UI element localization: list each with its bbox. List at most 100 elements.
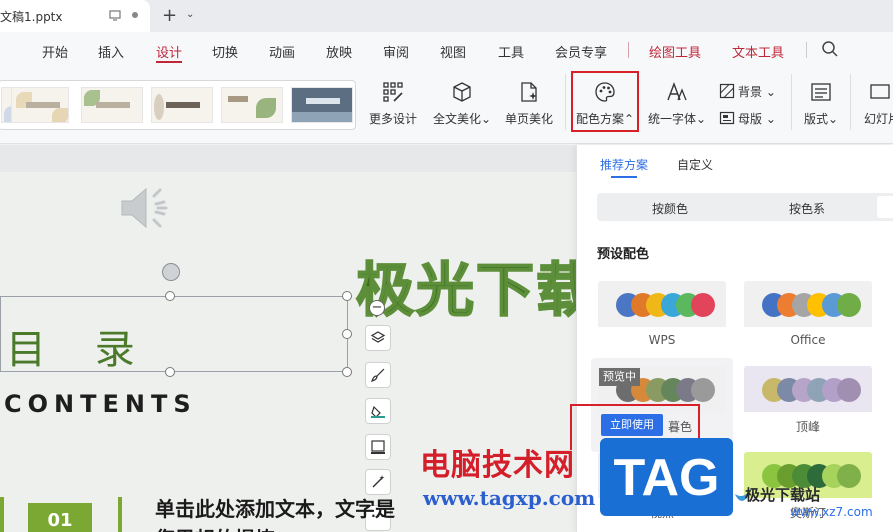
more-design-button[interactable]: 更多设计 — [362, 78, 424, 128]
beautify-all-label: 全文美化⌄ — [432, 112, 492, 126]
slide-headline[interactable]: 极光下载 — [355, 243, 596, 327]
layout-label: 版式⌄ — [803, 112, 839, 126]
accent-bar — [0, 497, 4, 532]
preview-badge: 预览中 — [599, 368, 640, 386]
watermark-url: www.tagxp.com — [423, 486, 596, 510]
tab-custom[interactable]: 自定义 — [677, 156, 713, 173]
resize-handle[interactable] — [342, 367, 352, 377]
slide-size-button[interactable]: 幻灯片 — [860, 78, 893, 128]
color-swatch — [837, 464, 861, 488]
outline-icon — [371, 440, 385, 454]
template-thumb[interactable] — [291, 87, 353, 123]
resize-handle[interactable] — [342, 329, 352, 339]
resize-handle[interactable] — [165, 291, 175, 301]
tab-recommended[interactable]: 推荐方案 — [600, 156, 648, 173]
template-thumb[interactable] — [221, 87, 283, 123]
segment-by-color[interactable]: 按颜色 — [652, 200, 688, 217]
window-restore-icon[interactable] — [108, 9, 122, 23]
scheme-card-wps[interactable]: WPS — [598, 281, 726, 353]
template-gallery[interactable] — [0, 80, 356, 130]
menu-separator — [628, 42, 629, 58]
outline-tool[interactable] — [365, 434, 391, 460]
menu-slideshow[interactable]: 放映 — [326, 42, 352, 61]
brush-icon — [371, 368, 385, 382]
beautify-page-label: 单页美化 — [504, 112, 553, 126]
color-swatch — [691, 293, 715, 317]
slide-size-label: 幻灯片 — [864, 112, 893, 126]
menu-transition[interactable]: 切换 — [212, 42, 238, 61]
toc-subtitle[interactable]: CONTENTS — [4, 390, 197, 418]
beautify-all-button[interactable]: 全文美化⌄ — [430, 78, 494, 128]
resize-handle[interactable] — [342, 291, 352, 301]
template-thumb[interactable] — [151, 87, 213, 123]
magic-wand-icon — [372, 475, 385, 488]
section-number[interactable]: 01 — [28, 503, 92, 532]
scheme-name: WPS — [648, 333, 676, 347]
watermark-text: 电脑技术网 — [420, 448, 575, 483]
beautify-page-button[interactable]: 单页美化 — [500, 78, 558, 128]
collapse-button[interactable]: − — [369, 300, 385, 316]
magic-tool[interactable] — [365, 469, 391, 495]
format-brush-tool[interactable] — [365, 362, 391, 388]
menu-review[interactable]: 审阅 — [383, 42, 409, 61]
speaker-icon[interactable] — [118, 182, 178, 234]
font-icon — [667, 82, 687, 101]
scheme-name: Office — [790, 333, 826, 347]
template-thumb[interactable] — [81, 87, 143, 123]
tab-list-chevron-icon[interactable]: ⌄ — [186, 9, 194, 20]
document-tab-title: 文稿1.pptx — [0, 9, 63, 24]
ribbon-separator — [850, 74, 851, 130]
scheme-name: 顶峰 — [795, 420, 820, 434]
toc-title[interactable]: 目 录 — [6, 317, 153, 375]
segment-by-color-family[interactable]: 按色系 — [789, 200, 825, 217]
master-button[interactable]: 母版 ⌄ — [719, 110, 776, 127]
body-placeholder[interactable]: 单击此处添加文本，文字是 — [155, 493, 395, 522]
watermark-logo: TAG — [600, 438, 733, 516]
search-icon[interactable] — [821, 40, 839, 58]
menu-insert[interactable]: 插入 — [98, 42, 124, 61]
slide-size-icon — [870, 84, 890, 99]
scheme-card-summit[interactable]: 顶峰 — [744, 366, 872, 438]
cube-icon — [453, 82, 471, 102]
unify-font-button[interactable]: 统一字体⌄ — [645, 78, 709, 128]
add-tab-button[interactable]: + — [162, 5, 177, 26]
scheme-card-office[interactable]: Office — [744, 281, 872, 353]
fill-tool[interactable] — [365, 398, 391, 424]
master-icon — [719, 111, 735, 125]
layers-tool[interactable] — [365, 325, 391, 351]
background-icon — [719, 83, 735, 99]
rotate-handle[interactable] — [162, 263, 180, 281]
menu-view[interactable]: 视图 — [440, 42, 466, 61]
layout-button[interactable]: 版式⌄ — [800, 78, 842, 128]
template-thumb[interactable] — [11, 87, 69, 123]
background-button[interactable]: 背景 ⌄ — [719, 83, 776, 100]
color-swatch — [837, 293, 861, 317]
grid-pencil-icon — [383, 82, 403, 102]
body-placeholder-line2[interactable]: 您思想的提炼 — [155, 523, 275, 532]
layers-icon — [370, 331, 386, 343]
layout-icon — [811, 83, 831, 101]
ribbon-separator — [565, 74, 566, 130]
menu-text-tools[interactable]: 文本工具 — [732, 42, 784, 61]
menu-home[interactable]: 开始 — [42, 42, 68, 61]
segment-selected[interactable] — [877, 196, 893, 218]
more-design-label: 更多设计 — [368, 112, 417, 126]
page-sparkle-icon — [521, 82, 537, 102]
ribbon-separator — [791, 74, 792, 130]
color-scheme-highlight — [571, 71, 639, 132]
preset-colors-title: 预设配色 — [597, 247, 650, 262]
menu-member[interactable]: 会员专享 — [555, 42, 607, 61]
menu-separator — [806, 42, 807, 58]
menu-design[interactable]: 设计 — [156, 42, 182, 61]
watermark-site-name: 极光下载站 — [745, 486, 821, 504]
unify-font-label: 统一字体⌄ — [647, 112, 707, 126]
active-menu-underline — [156, 61, 182, 63]
document-tab[interactable]: 文稿1.pptx — [0, 0, 150, 32]
menu-animation[interactable]: 动画 — [269, 42, 295, 61]
menu-drawing-tools[interactable]: 绘图工具 — [649, 42, 701, 61]
active-tab-underline — [611, 176, 637, 178]
close-dot-icon[interactable] — [128, 9, 142, 23]
resize-handle[interactable] — [165, 367, 175, 377]
menu-tools[interactable]: 工具 — [498, 42, 524, 61]
watermark-site-url: www.xz7.com — [790, 505, 873, 519]
